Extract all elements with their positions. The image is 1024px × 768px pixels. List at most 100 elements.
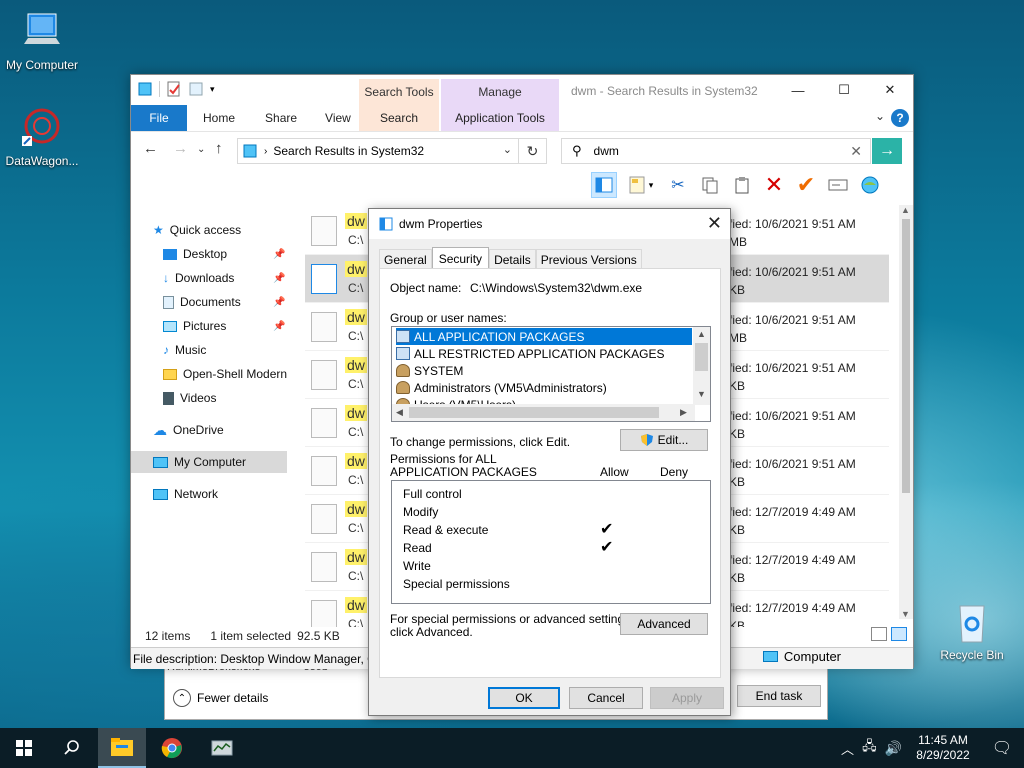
tab-file[interactable]: File [131, 105, 187, 131]
end-task-button[interactable]: End task [737, 685, 821, 707]
search-button[interactable] [48, 728, 96, 768]
close-button[interactable]: ✕ [867, 75, 913, 105]
sidebar-item-network[interactable]: Network [153, 483, 218, 505]
scrollbar-thumb[interactable] [409, 407, 659, 418]
new-folder-icon[interactable] [188, 81, 204, 97]
explorer-app-icon [138, 82, 152, 96]
list-item[interactable]: SYSTEM [396, 362, 692, 379]
chevron-up-icon[interactable]: ︿ [841, 739, 854, 758]
sidebar-item-videos[interactable]: Videos [163, 387, 216, 409]
preview-pane-icon[interactable] [591, 172, 617, 198]
tab-view[interactable]: View [311, 105, 365, 131]
sidebar-item-music[interactable]: ♪ Music [163, 339, 206, 361]
maximize-button[interactable]: ☐ [821, 75, 867, 105]
view-options-icon[interactable]: ▾ [623, 172, 659, 198]
scroll-down-icon[interactable]: ▼ [901, 609, 910, 619]
address-dropdown-icon[interactable]: ⌄ [503, 143, 512, 156]
results-scrollbar[interactable]: ▲ ▼ [899, 205, 913, 619]
properties-dialog[interactable]: dwm Properties ✕ General Security Detail… [368, 208, 731, 716]
scroll-right-icon[interactable]: ▶ [680, 407, 687, 418]
scroll-up-icon[interactable]: ▲ [697, 329, 706, 339]
list-item[interactable]: ALL RESTRICTED APPLICATION PACKAGES [396, 345, 692, 362]
minimize-button[interactable]: — [775, 75, 821, 105]
sidebar-item-open-shell[interactable]: Open-Shell Modern [163, 363, 287, 385]
taskbar-file-explorer[interactable] [98, 728, 146, 768]
scroll-up-icon[interactable]: ▲ [901, 205, 910, 215]
cloud-icon: ☁ [153, 421, 167, 438]
edit-button[interactable]: Edit... [620, 429, 708, 451]
forward-arrow-icon[interactable]: → [173, 140, 188, 157]
back-arrow-icon[interactable]: ← [143, 140, 158, 157]
chevron-down-icon[interactable]: ⌄ [875, 109, 885, 123]
delete-icon[interactable]: ✕ [761, 172, 787, 198]
scroll-left-icon[interactable]: ◀ [396, 407, 403, 418]
sidebar-item-quick-access[interactable]: ★ Quick access [153, 219, 241, 241]
copy-icon[interactable] [697, 172, 723, 198]
users-listbox[interactable]: ALL APPLICATION PACKAGES ALL RESTRICTED … [391, 326, 711, 422]
volume-icon[interactable]: 🔊 [885, 740, 902, 757]
notifications-icon[interactable]: 🗨 [980, 738, 1024, 758]
tab-application-tools[interactable]: Application Tools [441, 105, 559, 131]
rename-icon[interactable] [825, 172, 851, 198]
sidebar-item-my-computer[interactable]: My Computer [131, 451, 287, 473]
details-view-icon[interactable] [871, 627, 887, 641]
apply-button[interactable]: Apply [650, 687, 724, 709]
cut-icon[interactable]: ✂ [665, 172, 691, 198]
tab-search[interactable]: Search [359, 105, 439, 131]
sidebar-item-pictures[interactable]: Pictures [163, 315, 226, 337]
taskbar-task-manager[interactable] [198, 728, 246, 768]
users-vertical-scrollbar[interactable]: ▲ ▼ [693, 327, 710, 405]
tab-details[interactable]: Details [489, 249, 536, 269]
close-icon[interactable]: ✕ [707, 213, 722, 234]
help-icon[interactable]: ? [891, 109, 909, 127]
tab-home[interactable]: Home [187, 105, 251, 131]
scroll-down-icon[interactable]: ▼ [697, 389, 706, 399]
selection-count: 1 item selected [210, 629, 292, 643]
large-icons-view-icon[interactable] [891, 627, 907, 641]
desktop-icon-my-computer[interactable]: My Computer [0, 10, 84, 72]
list-item[interactable]: Administrators (VM5\Administrators) [396, 379, 692, 396]
tab-share[interactable]: Share [251, 105, 311, 131]
refresh-button[interactable]: ↻ [519, 138, 547, 164]
window-controls: — ☐ ✕ [775, 75, 913, 105]
desktop-icon-datawagon[interactable]: DataWagon... [0, 106, 84, 168]
taskbar-chrome[interactable] [148, 728, 196, 768]
check-icon[interactable]: ✔ [793, 172, 819, 198]
address-bar[interactable]: › Search Results in System32 ⌄ [237, 138, 519, 164]
fewer-details-link[interactable]: ⌃ Fewer details [173, 689, 268, 707]
scrollbar-thumb[interactable] [695, 343, 708, 371]
search-go-button[interactable]: → [872, 138, 902, 164]
tab-previous-versions[interactable]: Previous Versions [535, 249, 642, 269]
file-date: fied: 10/6/2021 9:51 AM [729, 217, 856, 231]
dialog-titlebar[interactable]: dwm Properties ✕ [369, 209, 730, 239]
advanced-button[interactable]: Advanced [620, 613, 708, 635]
internet-icon[interactable] [857, 172, 883, 198]
start-button[interactable] [0, 728, 48, 768]
tab-security[interactable]: Security [431, 247, 490, 269]
up-arrow-icon[interactable]: ↑ [215, 140, 223, 157]
network-icon[interactable]: 🖧 [862, 737, 877, 759]
user-name: ALL APPLICATION PACKAGES [414, 329, 585, 344]
sidebar-item-downloads[interactable]: ↓ Downloads [163, 267, 234, 289]
location-label: Computer [783, 649, 841, 664]
executable-icon [311, 456, 337, 486]
sidebar-item-documents[interactable]: Documents [163, 291, 241, 313]
ok-button[interactable]: OK [488, 687, 560, 709]
clock[interactable]: 11:45 AM 8/29/2022 [906, 733, 980, 763]
recent-locations-icon[interactable]: ⌄ [197, 144, 205, 155]
users-horizontal-scrollbar[interactable]: ◀ ▶ [392, 404, 695, 421]
list-item[interactable]: ALL APPLICATION PACKAGES [396, 328, 692, 345]
download-icon: ↓ [163, 271, 169, 285]
properties-icon[interactable] [166, 81, 182, 97]
paste-icon[interactable] [729, 172, 755, 198]
tab-general[interactable]: General [379, 249, 432, 269]
desktop-icon-recycle-bin[interactable]: Recycle Bin [930, 600, 1014, 662]
cancel-button[interactable]: Cancel [569, 687, 643, 709]
sidebar-item-onedrive[interactable]: ☁ OneDrive [153, 419, 224, 441]
search-input[interactable]: ⚲ dwm ✕ [561, 138, 871, 164]
scrollbar-thumb[interactable] [902, 219, 910, 493]
clear-search-icon[interactable]: ✕ [850, 143, 862, 160]
customize-toolbar-icon[interactable]: ▾ [210, 84, 215, 95]
explorer-titlebar[interactable]: ▾ Search Tools Manage dwm - Search Resul… [131, 75, 913, 131]
file-name: dw [345, 501, 367, 517]
